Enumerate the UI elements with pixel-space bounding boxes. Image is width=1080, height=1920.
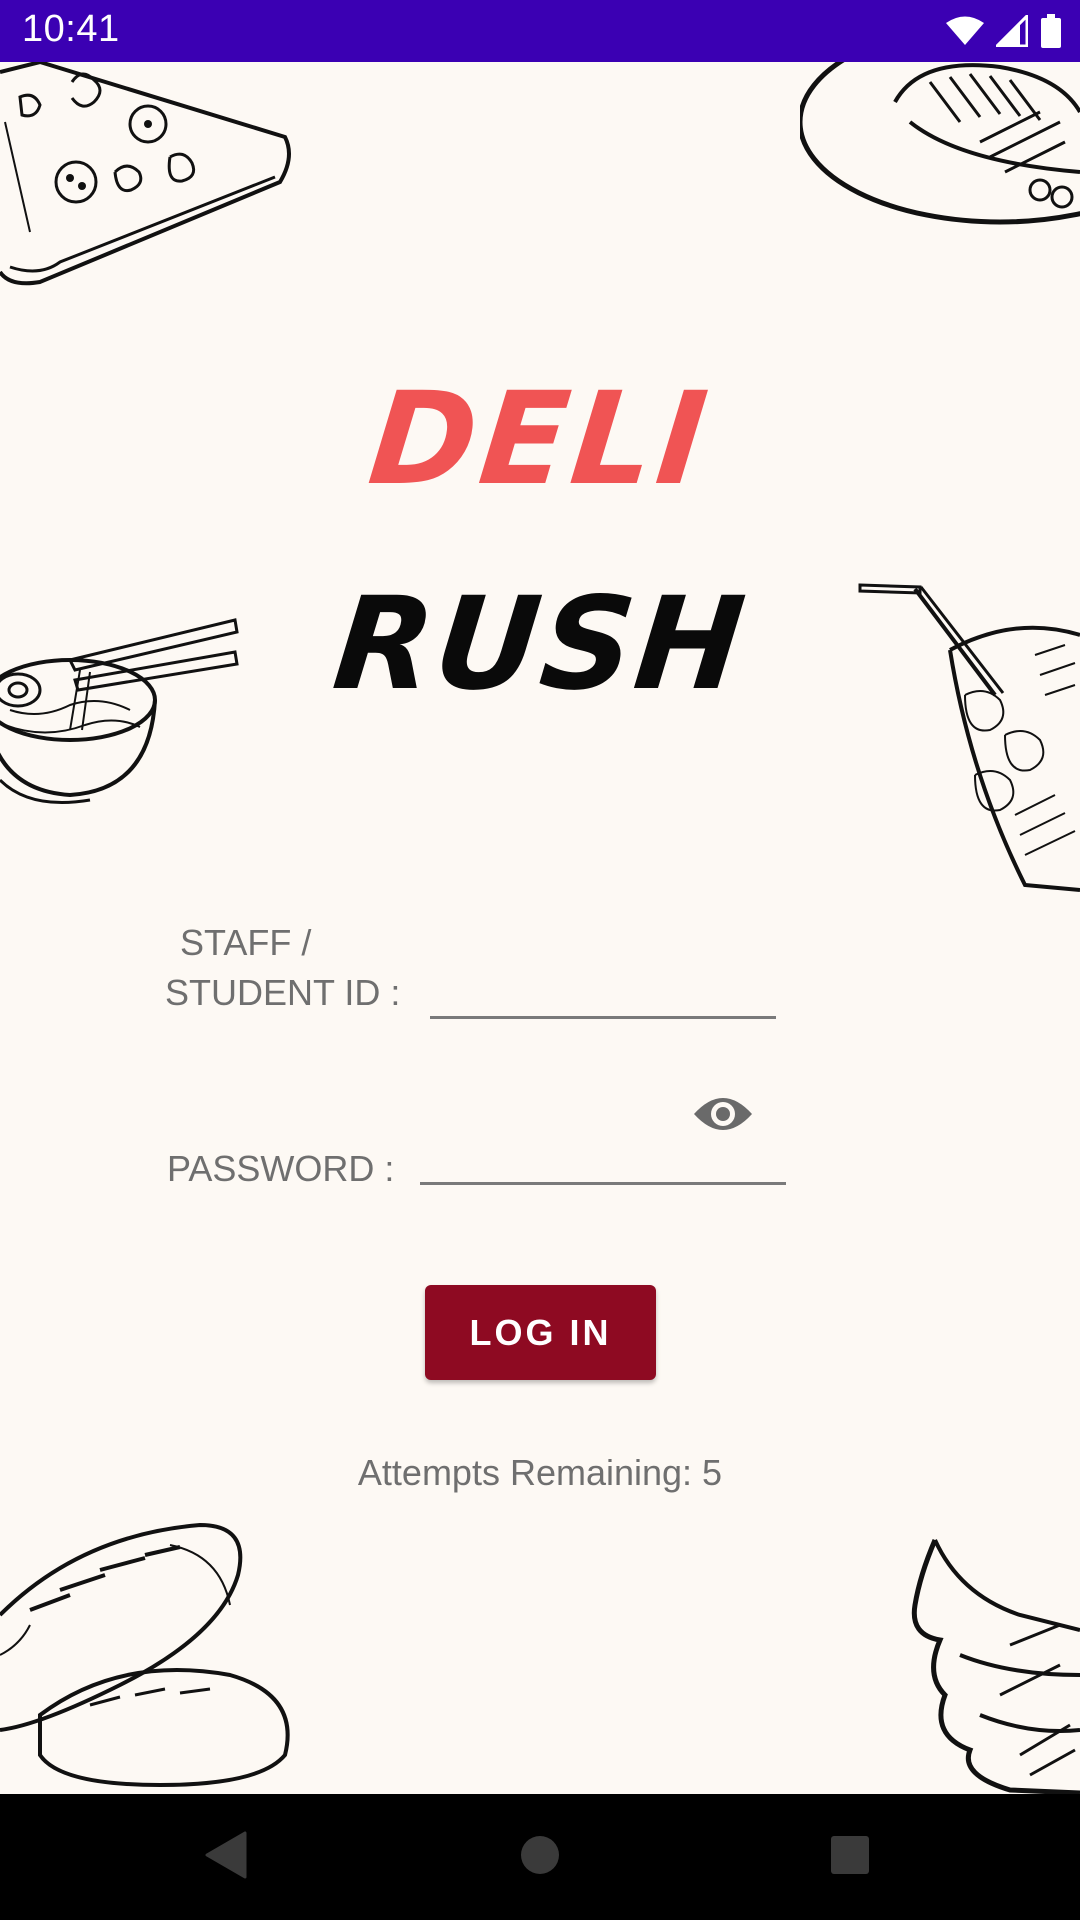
- login-button[interactable]: LOG IN: [425, 1285, 656, 1380]
- status-time: 10:41: [22, 8, 120, 50]
- id-label-line1: STAFF /: [180, 922, 312, 963]
- student-id-input[interactable]: [430, 960, 780, 1018]
- login-screen: 10:41 DELI RUSH STAFF / STUDENT ID: PAS…: [0, 0, 1080, 1920]
- app-title-deli: DELI: [362, 365, 718, 514]
- steak-plate-doodle: [800, 62, 1080, 225]
- ice-cream-doodle: [911, 1539, 1080, 1795]
- attempts-remaining-text: Attempts Remaining: 5: [357, 1452, 723, 1493]
- password-input[interactable]: [420, 1128, 694, 1186]
- back-button[interactable]: [155, 1794, 295, 1920]
- app-title-rush: RUSH: [327, 570, 753, 719]
- status-icons: [946, 12, 1062, 50]
- status-bar: 10:41: [0, 0, 1080, 62]
- battery-icon: [1040, 14, 1062, 48]
- signal-icon: [996, 15, 1028, 47]
- navigation-bar: [0, 1794, 1080, 1920]
- id-label-line2: STUDENT ID :: [165, 972, 401, 1013]
- password-label: PASSWORD :: [167, 1148, 395, 1189]
- password-underline: [420, 1182, 786, 1185]
- recents-button[interactable]: [780, 1794, 920, 1920]
- recents-icon: [830, 1835, 870, 1880]
- pizza-doodle: [0, 62, 291, 286]
- back-icon: [203, 1831, 247, 1884]
- eye-icon[interactable]: [692, 1092, 754, 1136]
- wifi-icon: [946, 16, 984, 46]
- bread-doodle: [0, 1522, 290, 1788]
- home-button[interactable]: [470, 1794, 610, 1920]
- home-icon: [519, 1834, 561, 1881]
- student-id-underline: [430, 1016, 776, 1019]
